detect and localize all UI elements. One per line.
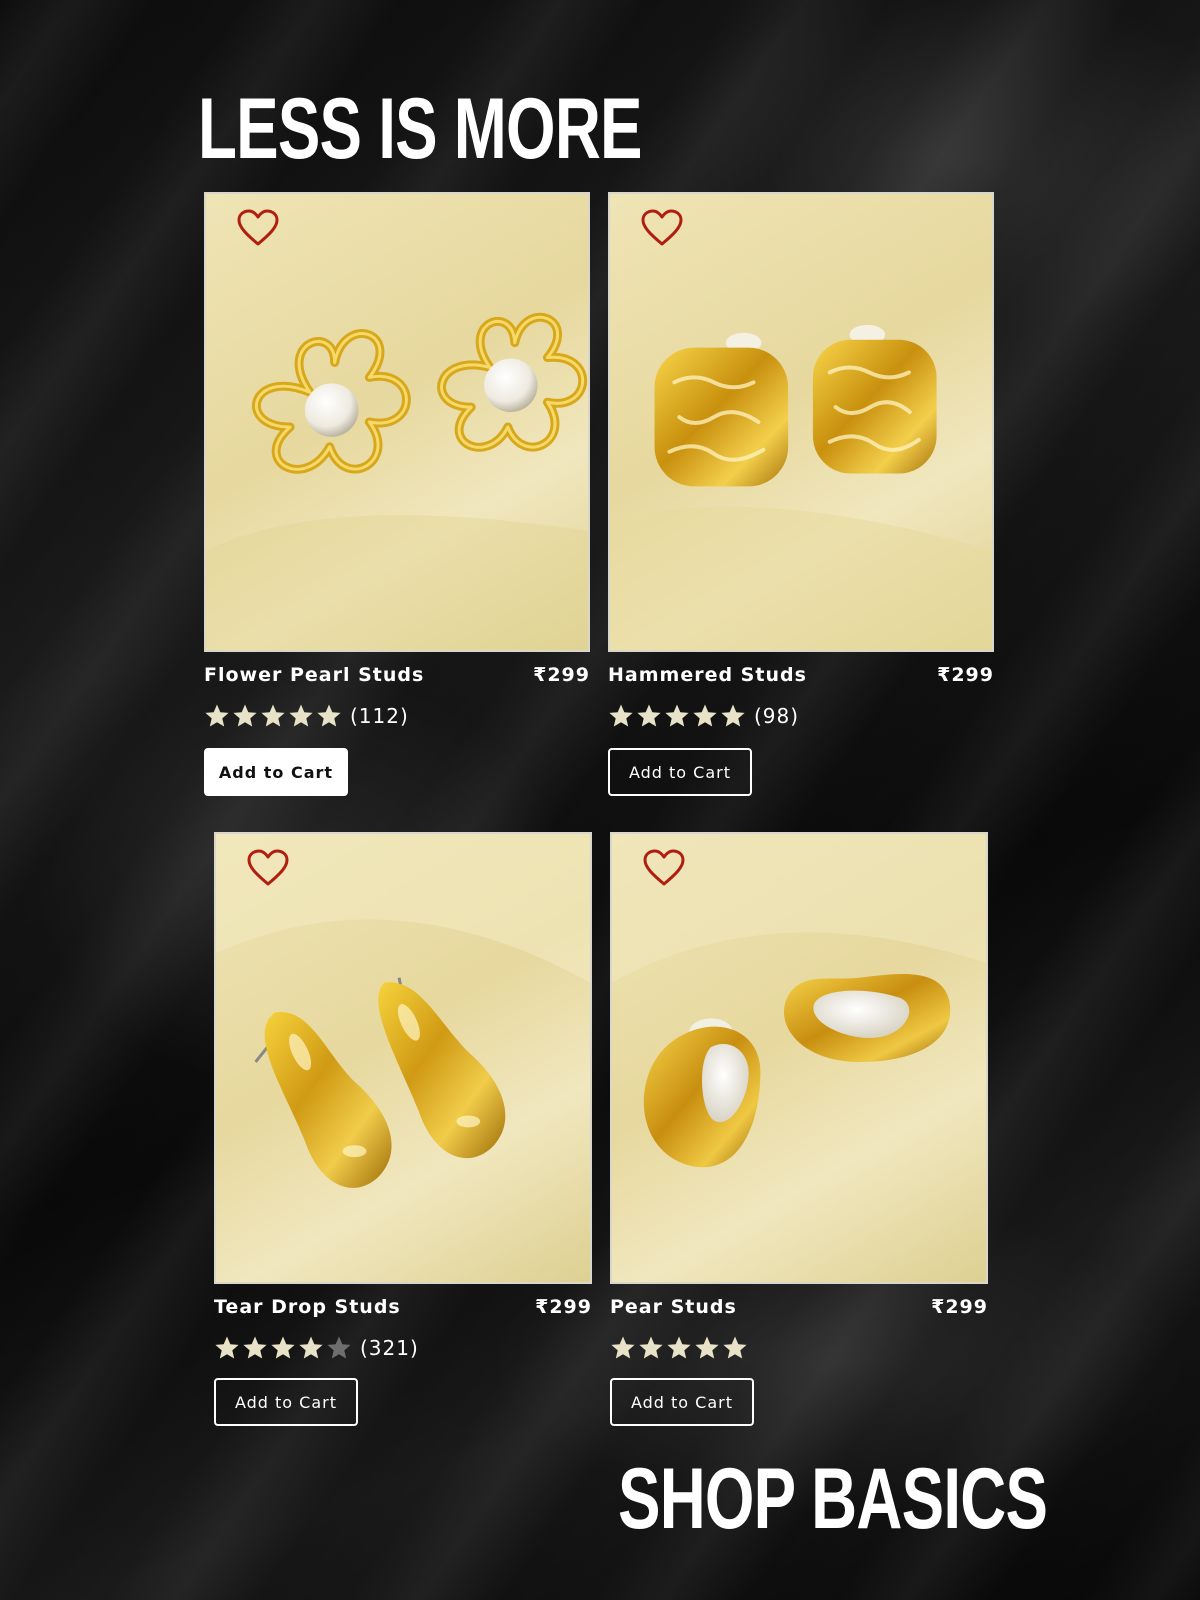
section-heading: LESS IS MORE [198, 81, 642, 177]
star-filled-icon [233, 704, 257, 727]
star-filled-icon [317, 704, 341, 727]
star-filled-icon [695, 1336, 719, 1359]
shop-basics-heading[interactable]: SHOP BASICS [618, 1456, 1048, 1542]
star-filled-icon [693, 704, 717, 727]
product-image-hammered-studs[interactable] [608, 192, 994, 652]
review-count: (112) [350, 704, 409, 728]
product-rating: (98) [608, 702, 799, 730]
add-to-cart-button[interactable]: Add to Cart [610, 1378, 754, 1426]
product-rating [610, 1334, 756, 1362]
star-rating [608, 703, 746, 729]
add-to-cart-button[interactable]: Add to Cart [204, 748, 348, 796]
wishlist-heart-icon[interactable] [246, 848, 290, 888]
wishlist-heart-icon[interactable] [640, 208, 684, 248]
review-count: (98) [754, 704, 800, 728]
product-price: ₹299 [533, 664, 590, 686]
star-filled-icon [721, 704, 745, 727]
star-filled-icon [723, 1336, 747, 1359]
tear-drop-studs-image [216, 834, 590, 1188]
product-price: ₹299 [937, 664, 994, 686]
review-count: (321) [360, 1336, 419, 1360]
star-filled-icon [261, 704, 285, 727]
add-to-cart-button[interactable]: Add to Cart [214, 1378, 358, 1426]
hammered-studs-image [610, 324, 992, 650]
product-rating: (112) [204, 702, 409, 730]
star-filled-icon [215, 1336, 239, 1359]
product-rating: (321) [214, 1334, 419, 1362]
star-filled-icon [609, 704, 633, 727]
product-image-flower-pearl-studs[interactable] [204, 192, 590, 652]
wishlist-heart-icon[interactable] [236, 208, 280, 248]
star-empty-icon [327, 1336, 351, 1359]
product-price: ₹299 [535, 1296, 592, 1318]
star-filled-icon [299, 1336, 323, 1359]
product-price: ₹299 [931, 1296, 988, 1318]
star-filled-icon [667, 1336, 691, 1359]
star-rating [214, 1335, 352, 1361]
star-filled-icon [205, 704, 229, 727]
flower-pearl-studs-image [206, 312, 588, 650]
star-rating [204, 703, 342, 729]
star-filled-icon [665, 704, 689, 727]
star-filled-icon [639, 1336, 663, 1359]
add-to-cart-button[interactable]: Add to Cart [608, 748, 752, 796]
star-rating [610, 1335, 748, 1361]
star-filled-icon [611, 1336, 635, 1359]
star-filled-icon [271, 1336, 295, 1359]
wishlist-heart-icon[interactable] [642, 848, 686, 888]
star-filled-icon [289, 704, 313, 727]
product-image-pear-studs[interactable] [610, 832, 988, 1284]
pear-studs-image [612, 834, 986, 1168]
star-filled-icon [637, 704, 661, 727]
product-image-tear-drop-studs[interactable] [214, 832, 592, 1284]
star-filled-icon [243, 1336, 267, 1359]
